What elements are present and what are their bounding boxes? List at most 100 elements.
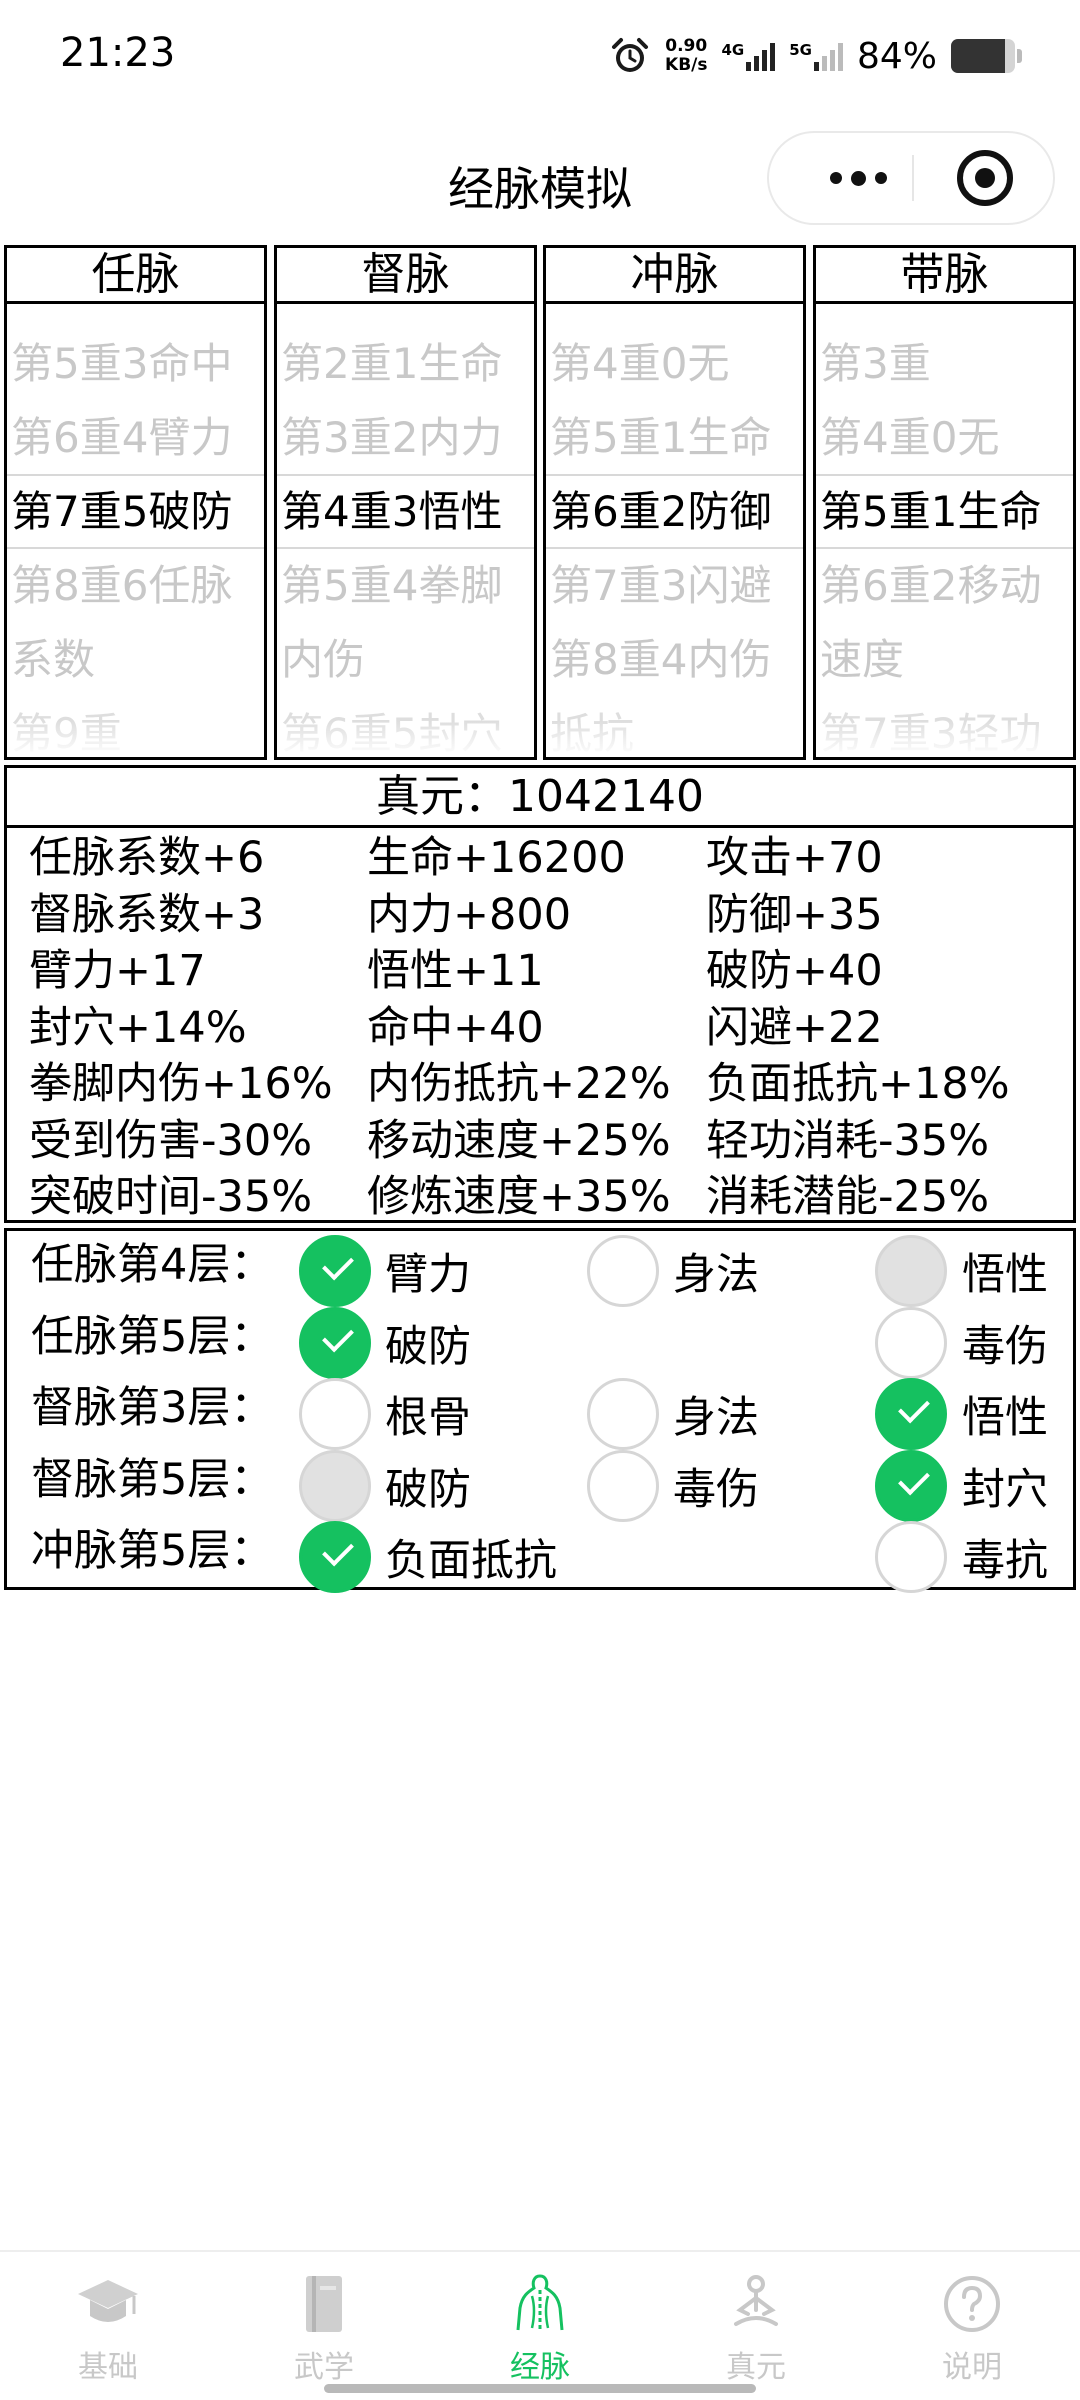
nav-label: 经脉 <box>510 2350 570 2385</box>
picker-header: 任脉 <box>7 248 264 304</box>
picker-selected-item[interactable]: 第5重1生命 <box>820 475 1041 549</box>
picker-item[interactable]: 第2重1生命 <box>281 327 502 401</box>
more-icon[interactable] <box>799 133 917 223</box>
option-radio[interactable] <box>875 1378 947 1450</box>
option-label: 任脉第5层： <box>31 1311 274 1362</box>
option-row: 督脉第5层： 破防 毒伤 封穴 <box>7 1449 1073 1522</box>
option-text[interactable]: 毒抗 <box>962 1525 1048 1597</box>
option-text[interactable]: 臂力 <box>385 1239 471 1311</box>
picker-item[interactable]: 第4重0无 <box>550 327 729 401</box>
picker-item[interactable]: 速度 <box>820 623 904 697</box>
picker-item[interactable]: 第5重3命中 <box>11 327 232 401</box>
help-icon <box>944 2276 1000 2332</box>
option-radio[interactable] <box>875 1449 947 1522</box>
stat-item: 攻击+70 <box>706 833 883 883</box>
picker-item[interactable]: 第6重5封穴 <box>281 697 502 757</box>
meditation-icon <box>734 2275 778 2326</box>
option-radio[interactable] <box>299 1378 371 1450</box>
option-text[interactable]: 毒伤 <box>962 1311 1048 1383</box>
option-text[interactable]: 根骨 <box>385 1382 471 1454</box>
signal-bars-icon <box>813 41 843 71</box>
bottom-nav: 基础 武学 经脉 真元 说明 <box>0 2250 1080 2400</box>
picker-3[interactable]: 冲脉第3重第4重0无第5重1生命第6重2防御第7重3闪避第8重4内伤抵抗第9重5… <box>543 245 806 760</box>
picker-selected-item[interactable]: 第7重5破防 <box>11 475 232 549</box>
speed-unit: KB/s <box>665 55 708 75</box>
net-label-5g: 5G <box>789 41 812 59</box>
nav-item-5[interactable]: 说明 <box>864 2252 1080 2400</box>
picker-item[interactable]: 第1重 0无 <box>281 305 474 327</box>
picker-1[interactable]: 任脉第4重2攻击第5重3命中第6重4臂力第7重5破防第8重6任脉系数第9重 <box>4 245 267 760</box>
option-radio[interactable] <box>587 1449 659 1522</box>
picker-item[interactable]: 第5重1生命 <box>550 401 771 475</box>
picker-item[interactable]: 第3重2内力 <box>281 401 502 475</box>
picker-item[interactable]: 第7重3闪避 <box>550 549 771 623</box>
stat-item: 内伤抵抗+22% <box>367 1059 671 1109</box>
nav-item-1[interactable]: 基础 <box>0 2252 216 2400</box>
option-text[interactable]: 身法 <box>673 1239 759 1311</box>
meridian-body-icon <box>516 2274 564 2332</box>
stat-item: 破防+40 <box>706 946 883 996</box>
stat-item: 督脉系数+3 <box>29 889 265 940</box>
option-radio[interactable] <box>299 1306 371 1379</box>
picker-item[interactable]: 内伤 <box>281 623 365 697</box>
nav-item-2[interactable]: 武学 <box>216 2252 432 2400</box>
picker-list[interactable]: 第3重第4重0无第5重1生命第6重2防御第7重3闪避第8重4内伤抵抗第9重5负面 <box>546 305 803 757</box>
picker-item[interactable]: 第3重 <box>820 327 931 401</box>
option-text[interactable]: 破防 <box>385 1454 471 1526</box>
picker-selected-item[interactable]: 第6重2防御 <box>550 475 771 549</box>
picker-item[interactable]: 第6重4臂力 <box>11 401 232 475</box>
stat-item: 防御+35 <box>706 889 883 940</box>
picker-item[interactable]: 第4重0无 <box>820 401 999 475</box>
picker-item[interactable]: 第6重2移动 <box>820 549 1041 623</box>
picker-item[interactable]: 第7重3轻功 <box>820 697 1041 757</box>
stat-item: 封穴+14% <box>29 1002 247 1053</box>
picker-2[interactable]: 督脉第1重 0无第2重1生命第3重2内力第4重3悟性第5重4拳脚内伤第6重5封穴… <box>274 245 537 760</box>
picker-item[interactable]: 第2重 <box>820 305 931 327</box>
picker-list[interactable]: 第2重第3重第4重0无第5重1生命第6重2移动速度第7重3轻功消耗第8重4突破 <box>816 305 1073 757</box>
picker-item[interactable]: 抵抗 <box>550 697 634 757</box>
signal-4g: 4G <box>721 41 776 71</box>
nav-item-4[interactable]: 真元 <box>648 2252 864 2400</box>
picker-item[interactable]: 第3重 <box>550 305 661 327</box>
picker-4[interactable]: 带脉第2重第3重第4重0无第5重1生命第6重2移动速度第7重3轻功消耗第8重4突… <box>813 245 1076 760</box>
option-text[interactable]: 负面抵抗 <box>385 1525 557 1597</box>
picker-item[interactable]: 第8重4内伤 <box>550 623 771 697</box>
capsule-divider <box>912 155 914 201</box>
option-radio[interactable] <box>587 1378 659 1450</box>
picker-item[interactable]: 第8重6任脉 <box>11 549 232 623</box>
home-indicator <box>324 2384 756 2393</box>
stat-item: 命中+40 <box>367 1002 544 1053</box>
option-text[interactable]: 毒伤 <box>673 1454 759 1526</box>
picker-list[interactable]: 第1重 0无第2重1生命第3重2内力第4重3悟性第5重4拳脚内伤第6重5封穴第7… <box>277 305 534 757</box>
close-miniprogram-icon[interactable] <box>957 150 1013 206</box>
option-radio[interactable] <box>587 1235 659 1307</box>
stats-panel: 真元：1042140 任脉系数+6 生命+16200 攻击+70 督脉系数+3 内力+8… <box>4 765 1076 1223</box>
stat-item: 臂力+17 <box>29 946 206 996</box>
option-text[interactable]: 破防 <box>385 1311 471 1383</box>
title-bar: 经脉模拟 <box>0 115 1080 245</box>
option-row: 任脉第5层： 破防 毒伤 <box>7 1306 1073 1379</box>
signal-5g: 5G <box>789 41 843 71</box>
book-icon <box>306 2276 342 2332</box>
option-radio[interactable] <box>299 1235 371 1307</box>
option-text[interactable]: 封穴 <box>962 1454 1048 1526</box>
picker-selected-item[interactable]: 第4重3悟性 <box>281 475 502 549</box>
option-text[interactable]: 悟性 <box>962 1382 1048 1454</box>
option-radio[interactable] <box>875 1521 947 1593</box>
option-text[interactable]: 身法 <box>673 1382 759 1454</box>
nav-item-3[interactable]: 经脉 <box>432 2252 648 2400</box>
stat-item: 悟性+11 <box>367 946 544 996</box>
picker-list[interactable]: 第4重2攻击第5重3命中第6重4臂力第7重5破防第8重6任脉系数第9重 <box>7 305 264 757</box>
option-radio[interactable] <box>299 1521 371 1593</box>
option-radio <box>299 1449 371 1522</box>
picker-item[interactable]: 第5重4拳脚 <box>281 549 502 623</box>
zhenyuan-value: 1042140 <box>508 771 704 822</box>
picker-item[interactable]: 第9重 <box>11 697 122 757</box>
stat-item: 负面抵抗+18% <box>706 1059 1010 1109</box>
option-text[interactable]: 悟性 <box>962 1239 1048 1311</box>
picker-item[interactable]: 系数 <box>11 623 95 697</box>
option-radio[interactable] <box>875 1306 947 1379</box>
picker-item[interactable]: 第4重2攻击 <box>11 305 232 327</box>
stat-item: 内力+800 <box>367 889 572 940</box>
meridian-pickers: 任脉第4重2攻击第5重3命中第6重4臂力第7重5破防第8重6任脉系数第9重督脉第… <box>4 245 1076 760</box>
